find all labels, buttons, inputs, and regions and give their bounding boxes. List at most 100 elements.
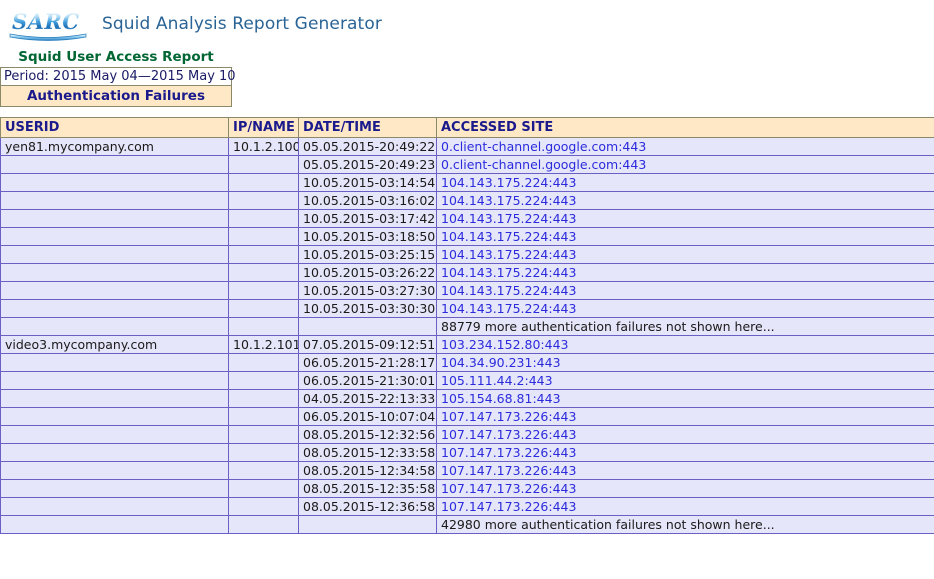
cell-ipname xyxy=(228,389,299,408)
cell-accessed-site[interactable]: 107.147.173.226:443 xyxy=(436,407,934,426)
cell-accessed-site[interactable]: 104.143.175.224:443 xyxy=(436,281,934,300)
cell-datetime: 06.05.2015-21:28:17 xyxy=(298,353,437,372)
accessed-site-link[interactable]: 0.client-channel.google.com:443 xyxy=(441,139,646,154)
accessed-site-link[interactable]: 104.143.175.224:443 xyxy=(441,175,576,190)
cell-ipname: 10.1.2.101 xyxy=(228,335,299,354)
accessed-site-link[interactable]: 107.147.173.226:443 xyxy=(441,409,576,424)
column-header-accessed-site: ACCESSED SITE xyxy=(436,117,934,138)
cell-ipname xyxy=(228,497,299,516)
table-row: video3.mycompany.com 10.1.2.101 07.05.2015… xyxy=(0,335,934,354)
cell-accessed-site[interactable]: 0.client-channel.google.com:443 xyxy=(436,137,934,156)
cell-accessed-site[interactable]: 104.34.90.231:443 xyxy=(436,353,934,372)
accessed-site-link[interactable]: 0.client-channel.google.com:443 xyxy=(441,157,646,172)
accessed-site-link[interactable]: 107.147.173.226:443 xyxy=(441,481,576,496)
cell-accessed-site[interactable]: 104.143.175.224:443 xyxy=(436,245,934,264)
cell-accessed-site[interactable]: 107.147.173.226:443 xyxy=(436,497,934,516)
cell-userid xyxy=(0,353,229,372)
table-row: 06.05.2015-10:07:04 107.147.173.226:443 xyxy=(0,407,934,426)
table-row: 10.05.2015-03:17:42 104.143.175.224:443 xyxy=(0,209,934,228)
cell-userid xyxy=(0,281,229,300)
cell-accessed-site[interactable]: 104.143.175.224:443 xyxy=(436,299,934,318)
cell-datetime: 06.05.2015-21:30:01 xyxy=(298,371,437,390)
cell-accessed-site[interactable]: 0.client-channel.google.com:443 xyxy=(436,155,934,174)
cell-ipname xyxy=(228,443,299,462)
accessed-site-link[interactable]: 104.143.175.224:443 xyxy=(441,211,576,226)
table-body: yen81.mycompany.com 10.1.2.100 05.05.2015-… xyxy=(0,137,934,534)
cell-ipname xyxy=(228,227,299,246)
cell-accessed-site[interactable]: 104.143.175.224:443 xyxy=(436,173,934,192)
cell-ipname xyxy=(228,191,299,210)
cell-datetime: 10.05.2015-03:30:30 xyxy=(298,299,437,318)
cell-ipname xyxy=(228,479,299,498)
table-row: 42980 more authentication failures not s… xyxy=(0,515,934,534)
accessed-site-link[interactable]: 105.154.68.81:443 xyxy=(441,391,561,406)
report-table-container: USERID IP/NAME DATE/TIME ACCESSED SITE y… xyxy=(0,117,934,534)
cell-accessed-site[interactable]: 107.147.173.226:443 xyxy=(436,425,934,444)
accessed-site-link[interactable]: 104.143.175.224:443 xyxy=(441,265,576,280)
accessed-site-link[interactable]: 104.34.90.231:443 xyxy=(441,355,561,370)
cell-accessed-site[interactable]: 107.147.173.226:443 xyxy=(436,461,934,480)
accessed-site-link[interactable]: 107.147.173.226:443 xyxy=(441,445,576,460)
column-header-datetime: DATE/TIME xyxy=(298,117,437,138)
more-failures-note: 88779 more authentication failures not s… xyxy=(441,319,775,334)
cell-ipname xyxy=(228,425,299,444)
report-header-block: Squid User Access Report Period: 2015 Ma… xyxy=(0,48,236,107)
cell-datetime: 08.05.2015-12:33:58 xyxy=(298,443,437,462)
accessed-site-link[interactable]: 107.147.173.226:443 xyxy=(441,499,576,514)
report-title: Squid User Access Report xyxy=(18,49,214,65)
cell-ipname xyxy=(228,407,299,426)
table-row: 10.05.2015-03:25:15 104.143.175.224:443 xyxy=(0,245,934,264)
cell-userid xyxy=(0,497,229,516)
cell-ipname xyxy=(228,173,299,192)
accessed-site-link[interactable]: 104.143.175.224:443 xyxy=(441,301,576,316)
cell-userid xyxy=(0,227,229,246)
accessed-site-link[interactable]: 107.147.173.226:443 xyxy=(441,427,576,442)
svg-text:SARC: SARC xyxy=(12,9,80,34)
cell-datetime xyxy=(298,317,437,336)
table-row: 04.05.2015-22:13:33 105.154.68.81:443 xyxy=(0,389,934,408)
cell-accessed-site[interactable]: 104.143.175.224:443 xyxy=(436,191,934,210)
cell-userid xyxy=(0,389,229,408)
cell-datetime: 10.05.2015-03:25:15 xyxy=(298,245,437,264)
cell-accessed-site[interactable]: 104.143.175.224:443 xyxy=(436,209,934,228)
report-section-title: Authentication Failures xyxy=(0,85,232,107)
cell-ipname xyxy=(228,209,299,228)
accessed-site-link[interactable]: 107.147.173.226:443 xyxy=(441,463,576,478)
cell-userid xyxy=(0,191,229,210)
cell-ipname xyxy=(228,353,299,372)
table-row: 10.05.2015-03:27:30 104.143.175.224:443 xyxy=(0,281,934,300)
authentication-failures-table: USERID IP/NAME DATE/TIME ACCESSED SITE y… xyxy=(0,117,934,534)
cell-userid xyxy=(0,155,229,174)
cell-userid xyxy=(0,263,229,282)
report-period: Period: 2015 May 04—2015 May 10 xyxy=(0,67,236,85)
cell-accessed-site[interactable]: 107.147.173.226:443 xyxy=(436,479,934,498)
table-row: 08.05.2015-12:33:58 107.147.173.226:443 xyxy=(0,443,934,462)
cell-ipname xyxy=(228,371,299,390)
app-title: Squid Analysis Report Generator xyxy=(102,14,382,34)
accessed-site-link[interactable]: 104.143.175.224:443 xyxy=(441,247,576,262)
cell-accessed-site[interactable]: 105.111.44.2:443 xyxy=(436,371,934,390)
cell-accessed-site[interactable]: 104.143.175.224:443 xyxy=(436,263,934,282)
accessed-site-link[interactable]: 104.143.175.224:443 xyxy=(441,229,576,244)
accessed-site-link[interactable]: 105.111.44.2:443 xyxy=(441,373,553,388)
accessed-site-link[interactable]: 104.143.175.224:443 xyxy=(441,283,576,298)
table-row: 08.05.2015-12:36:58 107.147.173.226:443 xyxy=(0,497,934,516)
cell-datetime: 04.05.2015-22:13:33 xyxy=(298,389,437,408)
cell-datetime: 05.05.2015-20:49:23 xyxy=(298,155,437,174)
column-header-ipname: IP/NAME xyxy=(228,117,299,138)
cell-accessed-site[interactable]: 103.234.152.80:443 xyxy=(436,335,934,354)
cell-accessed-site[interactable]: 104.143.175.224:443 xyxy=(436,227,934,246)
cell-accessed-site[interactable]: 107.147.173.226:443 xyxy=(436,443,934,462)
cell-userid xyxy=(0,443,229,462)
cell-datetime: 10.05.2015-03:16:02 xyxy=(298,191,437,210)
cell-userid xyxy=(0,479,229,498)
cell-datetime: 08.05.2015-12:36:58 xyxy=(298,497,437,516)
accessed-site-link[interactable]: 104.143.175.224:443 xyxy=(441,193,576,208)
accessed-site-link[interactable]: 103.234.152.80:443 xyxy=(441,337,568,352)
table-row: 08.05.2015-12:32:56 107.147.173.226:443 xyxy=(0,425,934,444)
cell-ipname xyxy=(228,515,299,534)
table-row: 10.05.2015-03:16:02 104.143.175.224:443 xyxy=(0,191,934,210)
cell-accessed-site[interactable]: 105.154.68.81:443 xyxy=(436,389,934,408)
cell-datetime: 10.05.2015-03:14:54 xyxy=(298,173,437,192)
cell-accessed-site: 42980 more authentication failures not s… xyxy=(436,515,934,534)
